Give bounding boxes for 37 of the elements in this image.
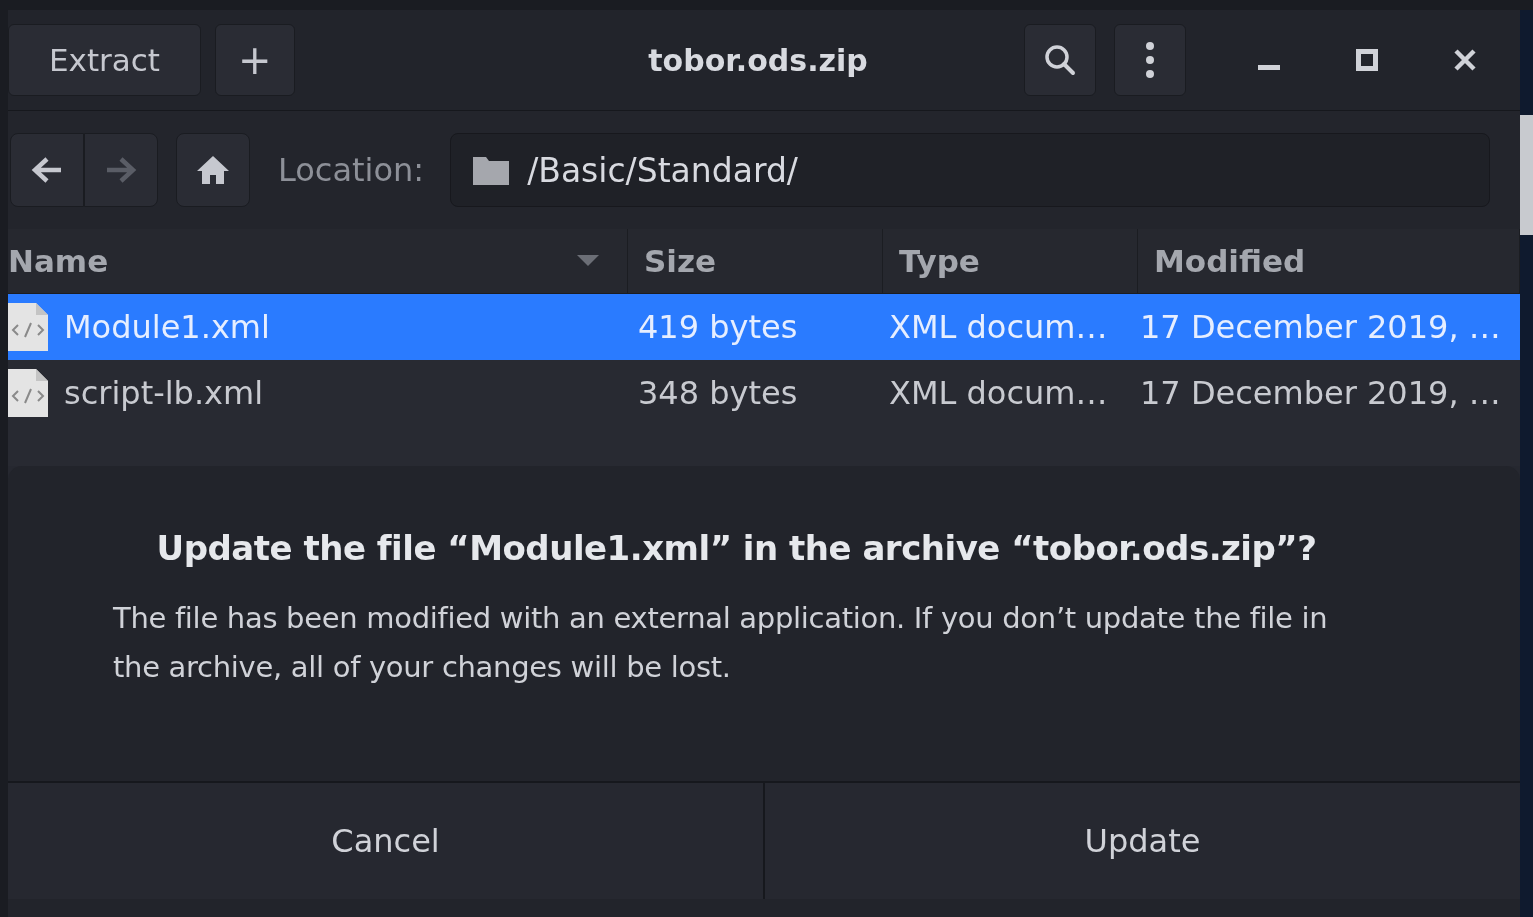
file-name: script-lb.xml (64, 374, 264, 412)
file-size: 419 bytes (637, 308, 799, 346)
file-row[interactable]: script-lb.xml 348 bytes XML docum… 17 December 2019, … (8, 360, 1520, 426)
window-title: tobor.ods.zip (647, 42, 869, 78)
home-button[interactable] (176, 133, 250, 207)
back-button[interactable] (10, 133, 84, 207)
file-modified: 17 December 2019, … (1139, 374, 1502, 412)
dialog-message: The file has been modified with an external application. If you don’t update the file in the archive, all of your changes will be lost. (113, 600, 1329, 686)
dialog-button[interactable]: Update (765, 783, 1520, 899)
scrollbar[interactable] (1520, 115, 1533, 235)
column-header[interactable]: Size (628, 229, 883, 293)
file-modified: 17 December 2019, … (1139, 308, 1502, 346)
header-button[interactable]: Extract (8, 24, 202, 96)
dialog-title: Update the file “Module1.xml” in the archive “tobor.ods.zip”? (155, 528, 1318, 568)
location-label: Location: (278, 151, 425, 189)
column-header[interactable]: Type (883, 229, 1138, 293)
menu-icon (1145, 40, 1155, 80)
xml-file-icon (8, 303, 48, 351)
home-icon (196, 155, 230, 185)
file-type: XML docum… (888, 308, 1109, 346)
folder-icon (473, 155, 510, 185)
menu-button[interactable] (1114, 24, 1186, 96)
sort-arrow-icon (577, 255, 599, 267)
maximize-icon[interactable] (1356, 49, 1378, 71)
location-field[interactable]: /Basic/Standard/ (450, 133, 1490, 207)
close-icon[interactable] (1454, 49, 1476, 71)
column-header[interactable]: Name (8, 229, 628, 293)
file-size: 348 bytes (637, 374, 799, 412)
dialog-button[interactable]: Cancel (8, 783, 765, 899)
arrow-icon (31, 156, 63, 184)
file-type: XML docum… (888, 374, 1109, 412)
xml-file-icon (8, 369, 48, 417)
header-button[interactable]: + (215, 24, 295, 96)
file-name: Module1.xml (64, 308, 270, 346)
search-icon (1042, 42, 1078, 78)
search-button[interactable] (1024, 24, 1096, 96)
arrow-icon (105, 156, 137, 184)
